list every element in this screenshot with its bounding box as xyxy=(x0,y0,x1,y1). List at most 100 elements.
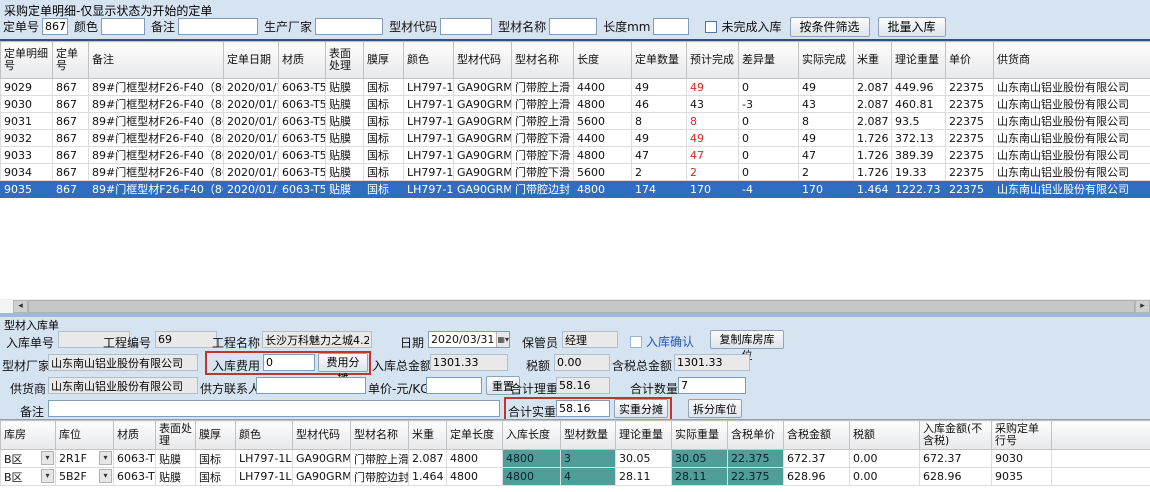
unfinished-checkbox[interactable]: 未完成入库 xyxy=(705,18,781,35)
fee-field[interactable] xyxy=(263,354,315,371)
column-header[interactable]: 供货商 xyxy=(994,42,1150,79)
cell: 门带腔下滑 xyxy=(512,147,574,164)
filter-by-condition-button[interactable]: 按条件筛选 xyxy=(790,17,870,37)
cell: 门带腔边封 xyxy=(351,468,409,486)
order-no-input[interactable] xyxy=(42,18,68,35)
column-header[interactable]: 材质 xyxy=(279,42,326,79)
column-header[interactable]: 单价 xyxy=(946,42,994,79)
remark-field[interactable] xyxy=(48,400,500,417)
column-header[interactable]: 表面处理 xyxy=(326,42,364,79)
total-theory-weight-field[interactable] xyxy=(556,377,610,394)
tax-field[interactable] xyxy=(554,354,610,371)
column-header[interactable]: 颜色 xyxy=(404,42,454,79)
length-input[interactable] xyxy=(653,18,689,35)
manufacturer-input[interactable] xyxy=(315,18,383,35)
scrollbar-thumb[interactable] xyxy=(28,300,1135,313)
table-row[interactable]: 903086789#门框型材F26-F40（866+867）2020/01/13… xyxy=(1,96,1150,113)
project-no-field[interactable] xyxy=(155,331,217,348)
column-header[interactable]: 含税金额 xyxy=(784,421,850,450)
column-header[interactable]: 税额 xyxy=(850,421,920,450)
cell: 47 xyxy=(632,147,687,164)
purchase-order-table: 定单明细号定单号备注定单日期材质表面处理膜厚颜色型材代码型材名称长度定单数量预计… xyxy=(0,41,1150,198)
column-header[interactable]: 入库长度 xyxy=(503,421,561,450)
column-header[interactable]: 定单长度 xyxy=(447,421,503,450)
column-header[interactable]: 型材名称 xyxy=(351,421,409,450)
cell: LH797-1LL0 xyxy=(404,79,454,96)
confirm-checkbox[interactable]: 入库确认 xyxy=(630,333,694,350)
column-header[interactable]: 膜厚 xyxy=(196,421,236,450)
column-header[interactable]: 定单日期 xyxy=(224,42,279,79)
column-header[interactable]: 型材代码 xyxy=(293,421,351,450)
combo-arrow-icon[interactable]: ▾ xyxy=(41,451,54,465)
cell: 47 xyxy=(799,147,854,164)
factory-field[interactable] xyxy=(48,354,198,371)
cell: 2.087 xyxy=(854,96,892,113)
keeper-field[interactable] xyxy=(562,331,618,348)
combo-arrow-icon[interactable]: ▾ xyxy=(41,469,54,483)
project-name-field[interactable] xyxy=(262,331,372,348)
combo-arrow-icon[interactable]: ▾ xyxy=(99,451,112,465)
column-header[interactable]: 膜厚 xyxy=(364,42,404,79)
cell: 国标 xyxy=(364,181,404,198)
column-header[interactable]: 含税单价 xyxy=(728,421,784,450)
table-row[interactable]: B区▾5B2F▾6063-T5贴膜国标LH797-1LL0GA90GRM05门带… xyxy=(1,468,1150,486)
date-picker[interactable]: 2020/03/31 ▦▾ xyxy=(428,331,510,348)
color-input[interactable] xyxy=(101,18,145,35)
copy-warehouse-location-button[interactable]: 复制库房库位 xyxy=(710,330,784,349)
remark-input[interactable] xyxy=(178,18,258,35)
scroll-left-arrow-icon[interactable]: ◂ xyxy=(13,300,28,313)
column-header[interactable]: 理论重量 xyxy=(892,42,946,79)
column-header[interactable]: 差异量 xyxy=(739,42,799,79)
calendar-icon[interactable]: ▦▾ xyxy=(496,332,509,347)
table-row[interactable]: 903486789#门框型材F26-F40（866+867）2020/01/13… xyxy=(1,164,1150,181)
batch-receipt-button[interactable]: 批量入库 xyxy=(878,17,946,37)
scroll-right-arrow-icon[interactable]: ▸ xyxy=(1135,300,1150,313)
column-header[interactable]: 定单数量 xyxy=(632,42,687,79)
column-header[interactable]: 表面处理 xyxy=(156,421,196,450)
column-header[interactable]: 定单号 xyxy=(53,42,89,79)
column-header[interactable]: 长度 xyxy=(574,42,632,79)
supplier-field[interactable] xyxy=(48,377,198,394)
column-header[interactable]: 型材数量 xyxy=(561,421,616,450)
cell: 贴膜 xyxy=(326,181,364,198)
total-qty-field[interactable] xyxy=(678,377,746,394)
column-header[interactable]: 材质 xyxy=(114,421,156,450)
column-header[interactable]: 实际完成 xyxy=(799,42,854,79)
cell: 89#门框型材F26-F40（866+867） xyxy=(89,113,224,130)
horizontal-scrollbar[interactable]: ◂ ▸ xyxy=(0,299,1150,313)
unfinished-checkbox-label: 未完成入库 xyxy=(721,20,781,34)
fee-apportion-button[interactable]: 费用分摊 xyxy=(318,353,368,372)
table-row[interactable]: 903386789#门框型材F26-F40（866+867）2020/01/13… xyxy=(1,147,1150,164)
column-header[interactable]: 备注 xyxy=(89,42,224,79)
column-header[interactable]: 理论重量 xyxy=(616,421,672,450)
table-row[interactable]: 902986789#门框型材F26-F40（866+867）2020/01/13… xyxy=(1,79,1150,96)
unit-price-field[interactable] xyxy=(426,377,482,394)
column-header[interactable]: 定单明细号 xyxy=(1,42,53,79)
actual-weight-apportion-button[interactable]: 实重分摊 xyxy=(614,399,668,418)
column-header[interactable]: 库房 xyxy=(1,421,56,450)
table-row[interactable]: 903586789#门框型材F26-F40（866+867）2020/01/13… xyxy=(1,181,1150,198)
total-actual-weight-field[interactable] xyxy=(556,400,610,417)
column-header[interactable]: 采购定单行号 xyxy=(992,421,1052,450)
column-header[interactable]: 预计完成 xyxy=(687,42,739,79)
table-row[interactable]: B区▾2R1F▾6063-T5贴膜国标LH797-1LL0GA90GRM03门带… xyxy=(1,450,1150,468)
column-header[interactable]: 米重 xyxy=(854,42,892,79)
profile-name-input[interactable] xyxy=(549,18,597,35)
combo-arrow-icon[interactable]: ▾ xyxy=(99,469,112,483)
profile-code-input[interactable] xyxy=(440,18,492,35)
column-header[interactable]: 米重 xyxy=(409,421,447,450)
column-header[interactable]: 型材名称 xyxy=(512,42,574,79)
table-row[interactable]: 903186789#门框型材F26-F40（866+867）2020/01/13… xyxy=(1,113,1150,130)
column-header[interactable]: 实际重量 xyxy=(672,421,728,450)
column-header[interactable] xyxy=(1052,421,1150,450)
total-amount-field[interactable] xyxy=(430,354,508,371)
split-location-button[interactable]: 拆分库位 xyxy=(688,399,742,418)
total-with-tax-field[interactable] xyxy=(674,354,750,371)
column-header[interactable]: 型材代码 xyxy=(454,42,512,79)
supplier-contact-field[interactable] xyxy=(256,377,366,394)
cell: GA90GRM04 xyxy=(454,147,512,164)
column-header[interactable]: 颜色 xyxy=(236,421,293,450)
column-header[interactable]: 库位 xyxy=(56,421,114,450)
column-header[interactable]: 入库金额(不含税) xyxy=(920,421,992,450)
table-row[interactable]: 903286789#门框型材F26-F40（866+867）2020/01/13… xyxy=(1,130,1150,147)
